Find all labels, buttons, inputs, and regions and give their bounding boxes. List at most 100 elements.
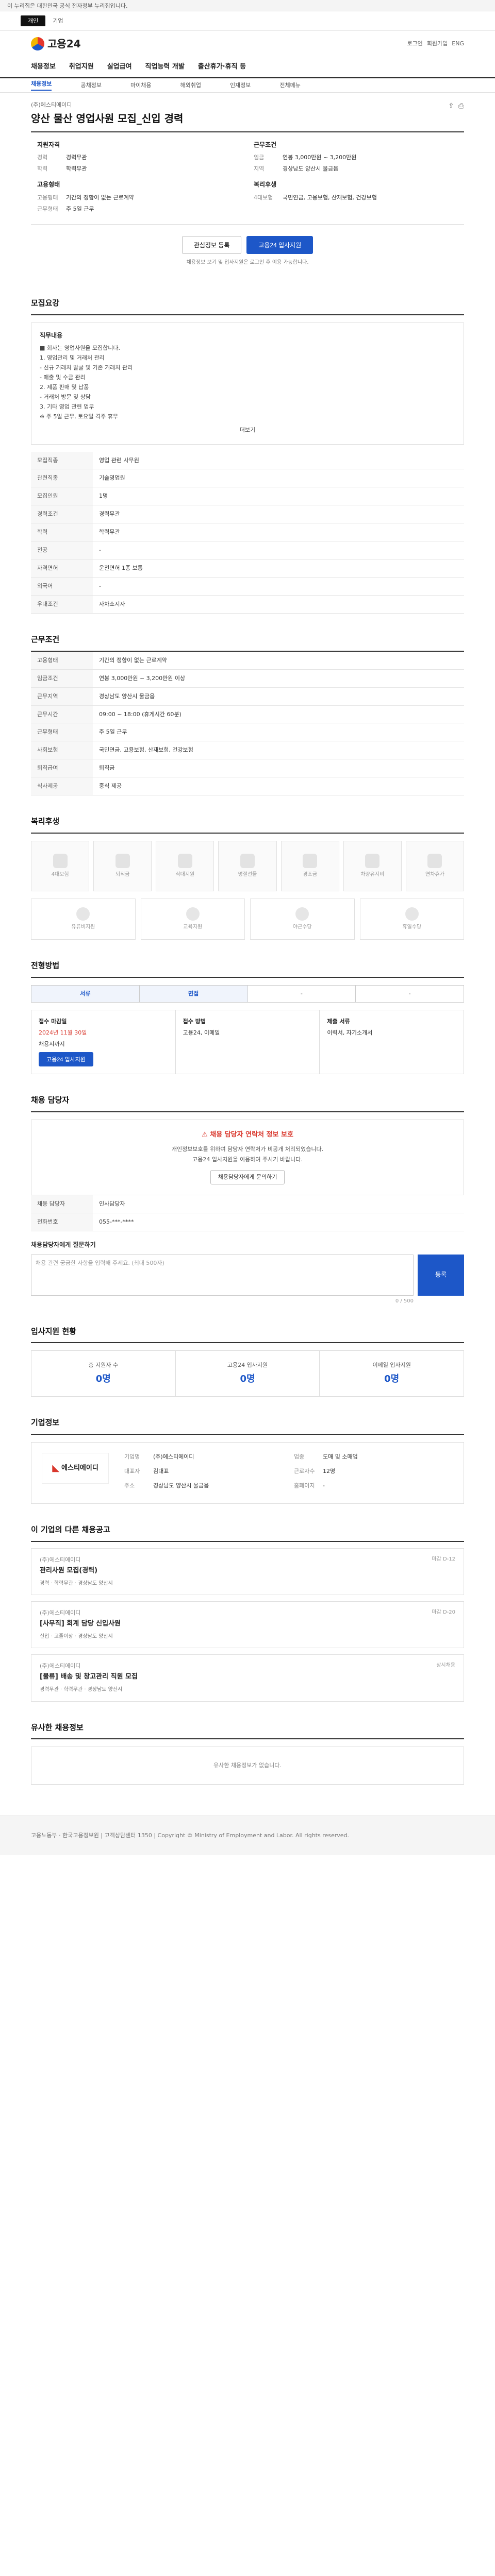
alert-line: 고용24 입사지원을 이용하여 주시기 바랍니다. <box>192 1156 303 1163</box>
step-note: 이력서, 자기소개서 <box>327 1029 373 1036</box>
login-link[interactable]: 로그인 <box>407 40 422 48</box>
summary-cond-head: 근무조건 <box>254 141 277 148</box>
apply-small-button[interactable]: 고용24 입사지원 <box>39 1052 94 1067</box>
row-value: 자차소지자 <box>93 595 464 614</box>
step-note: 고용24, 이메일 <box>183 1029 220 1036</box>
subnav-my[interactable]: 마이채용 <box>130 81 151 90</box>
inquiry-submit-button[interactable]: 등록 <box>418 1255 464 1296</box>
subnav-overseas[interactable]: 해외취업 <box>180 81 201 90</box>
row-value: 학력무관 <box>93 523 464 542</box>
gnb-item-leave[interactable]: 출산휴가·휴직 등 <box>198 62 246 72</box>
welfare-label: 차량유지비 <box>360 871 385 877</box>
stats-section: 입사지원 현황 총 지원자 수 0명 고용24 입사지원 0명 이메일 입사지원 0명 <box>31 1326 464 1397</box>
row-key: 자격면허 <box>31 559 93 578</box>
subnav-talent[interactable]: 인재정보 <box>230 81 251 90</box>
selection-steps: 서류 면접 - - <box>31 985 464 1003</box>
welfare-icon <box>177 853 192 868</box>
site-logo[interactable]: 고용24 <box>31 37 81 52</box>
kv-value: 연봉 3,000만원 ~ 3,200만원 <box>283 154 357 161</box>
row-value: - <box>93 577 464 596</box>
table-row: 근무시간 09:00 ~ 18:00 (휴게시간 60분) <box>31 705 464 724</box>
kv-key: 4대보험 <box>254 194 273 201</box>
job-card[interactable]: (주)에스티에이디 [사무직] 회계 담당 신입사원신입 · 고졸이상 · 경상남… <box>31 1601 464 1649</box>
job-card[interactable]: (주)에스티에이디 관리사원 모집(경력) 경력 · 학력무관 · 경상남도 양산시… <box>31 1548 464 1596</box>
benefit-icon <box>76 907 90 921</box>
print-icon[interactable]: ⎙ <box>458 101 464 111</box>
signup-link[interactable]: 회원가입 <box>427 40 448 48</box>
section-title: 근무조건 <box>31 634 464 652</box>
gnb-item-jobs[interactable]: 채용정보 <box>31 62 56 72</box>
duty-line: 2. 제품 판매 및 납품 <box>40 383 89 391</box>
recruit-table: 모집직종 영업 관련 사무원 관련직종 기술영업원 모집인원 1명 경력조건 경력무관 … <box>31 451 464 614</box>
kv-value: 도매 및 소매업 <box>323 1453 358 1461</box>
main-content: (주)에스티에이디 양산 물산 영업사원 모집_신입 경력 ⇪ ⎙ 지원자격 경… <box>31 93 464 1785</box>
page-title: 양산 물산 영업사원 모집_신입 경력 <box>31 112 184 125</box>
benefit-label: 야근수당 <box>292 924 312 930</box>
gnb-item-training[interactable]: 직업능력 개발 <box>145 62 185 72</box>
row-value: 국민연금, 고용보험, 산재보험, 건강보험 <box>93 741 464 760</box>
card-company: (주)에스티에이디 <box>40 1609 81 1617</box>
table-row: 전화번호 055-***-**** <box>31 1213 464 1231</box>
global-nav: 채용정보 취업지원 실업급여 직업능력 개발 출산휴가·휴직 등 <box>0 57 495 78</box>
duty-line: ※ 주 5일 근무, 토요일 격주 휴무 <box>40 413 119 420</box>
documents-step: 제출 서류 이력서, 자기소개서 <box>320 1010 464 1074</box>
duty-line: - 거래처 방문 및 상담 <box>40 393 91 400</box>
inquiry-textarea[interactable]: 채용 관련 궁금한 사항을 입력해 주세요. (최대 500자) <box>31 1255 414 1296</box>
gnb-item-unemployment[interactable]: 실업급여 <box>107 62 132 72</box>
step-interview: 면접 <box>139 985 248 1002</box>
apply-info: 접수 마감일 2024년 11월 30일 채용시까지 고용24 입사지원 접수 … <box>31 1009 464 1075</box>
table-row: 경력조건 경력무관 <box>31 505 464 524</box>
row-key: 모집인원 <box>31 487 93 506</box>
subnav-jobs[interactable]: 채용정보 <box>31 80 52 91</box>
kv-value: 주 5일 근무 <box>66 205 94 212</box>
card-title[interactable]: [사무직] 회계 담당 신입사원 <box>40 1619 121 1629</box>
company-box: ◣ 에스티에이디 기업명 (주)에스티에이디 업종 도매 및 소매업 대표자 김대표 근… <box>31 1442 464 1504</box>
welfare-item: 4대보험 <box>31 840 90 891</box>
row-value: 퇴직금 <box>93 759 464 778</box>
duty-line: ■ 회사는 영업사원을 모집합니다. <box>40 345 120 352</box>
gnb-item-support[interactable]: 취업지원 <box>69 62 94 72</box>
welfare-icon <box>427 853 442 868</box>
duty-line: 3. 기타 영업 관련 업무 <box>40 403 94 410</box>
kv-value: 경력무관 <box>66 154 87 161</box>
stat-value: 0명 <box>240 1374 255 1385</box>
site-footer: 고용노동부 · 한국고용정보원 | 고객상담센터 1350 | Copyrigh… <box>0 1816 495 1856</box>
company-section: 기업정보 ◣ 에스티에이디 기업명 (주)에스티에이디 업종 도매 및 소매업 대표자… <box>31 1417 464 1504</box>
tab-personal[interactable]: 개인 <box>21 15 46 27</box>
company-logo-icon: ◣ <box>52 1463 60 1474</box>
card-title[interactable]: [물류] 배송 및 창고관리 직원 모집 <box>40 1672 138 1682</box>
more-button[interactable]: 더보기 <box>40 426 455 434</box>
apply-stats: 총 지원자 수 0명 고용24 입사지원 0명 이메일 입사지원 0명 <box>31 1350 464 1397</box>
subnav-open-recruit[interactable]: 공채정보 <box>80 81 101 90</box>
card-title[interactable]: 관리사원 모집(경력) <box>40 1566 113 1576</box>
subnav-all[interactable]: 전체메뉴 <box>279 81 300 90</box>
lang-link[interactable]: ENG <box>452 40 464 48</box>
kv-key: 홈페이지 <box>294 1482 315 1489</box>
company-name[interactable]: (주)에스티에이디 <box>31 101 183 109</box>
tab-company[interactable]: 기업 <box>45 15 70 27</box>
table-row: 사회보험 국민연금, 고용보험, 산재보험, 건강보험 <box>31 741 464 760</box>
job-card[interactable]: (주)에스티에이디 [물류] 배송 및 창고관리 직원 모집 경력무관 · 학력무관… <box>31 1654 464 1702</box>
contact-button[interactable]: 채용담당자에게 문의하기 <box>210 1170 285 1184</box>
row-key: 채용 담당자 <box>31 1195 93 1213</box>
row-key: 전화번호 <box>31 1213 93 1231</box>
row-key: 고용형태 <box>31 651 93 670</box>
stat-item: 총 지원자 수 0명 <box>31 1351 176 1397</box>
summary-qual-head: 지원자격 <box>37 141 60 148</box>
welfare-section: 복리후생 4대보험 퇴직금 식대지원 명절선물 경조금 차량유지비 연차휴가 유… <box>31 816 464 940</box>
share-icon[interactable]: ⇪ <box>448 101 454 111</box>
stat-item: 고용24 입사지원 0명 <box>176 1351 320 1397</box>
row-key: 외국어 <box>31 577 93 596</box>
table-row: 외국어 - <box>31 577 464 596</box>
scrap-button[interactable]: 관심정보 등록 <box>182 236 242 255</box>
section-title: 채용 담당자 <box>31 1095 464 1113</box>
kv-key: 근무형태 <box>37 205 58 212</box>
table-row: 학력 학력무관 <box>31 523 464 542</box>
card-meta: 신입 · 고졸이상 · 경상남도 양산시 <box>40 1633 113 1639</box>
card-company: (주)에스티에이디 <box>40 1556 81 1563</box>
section-title: 기업정보 <box>31 1417 464 1435</box>
kv-value: 기간의 정함이 없는 근로계약 <box>66 194 134 201</box>
apply-button[interactable]: 고용24 입사지원 <box>246 236 314 255</box>
row-key: 근무형태 <box>31 723 93 742</box>
condition-section: 근무조건 고용형태 기간의 정함이 없는 근로계약 임금조건 연봉 3,000만원 … <box>31 634 464 796</box>
